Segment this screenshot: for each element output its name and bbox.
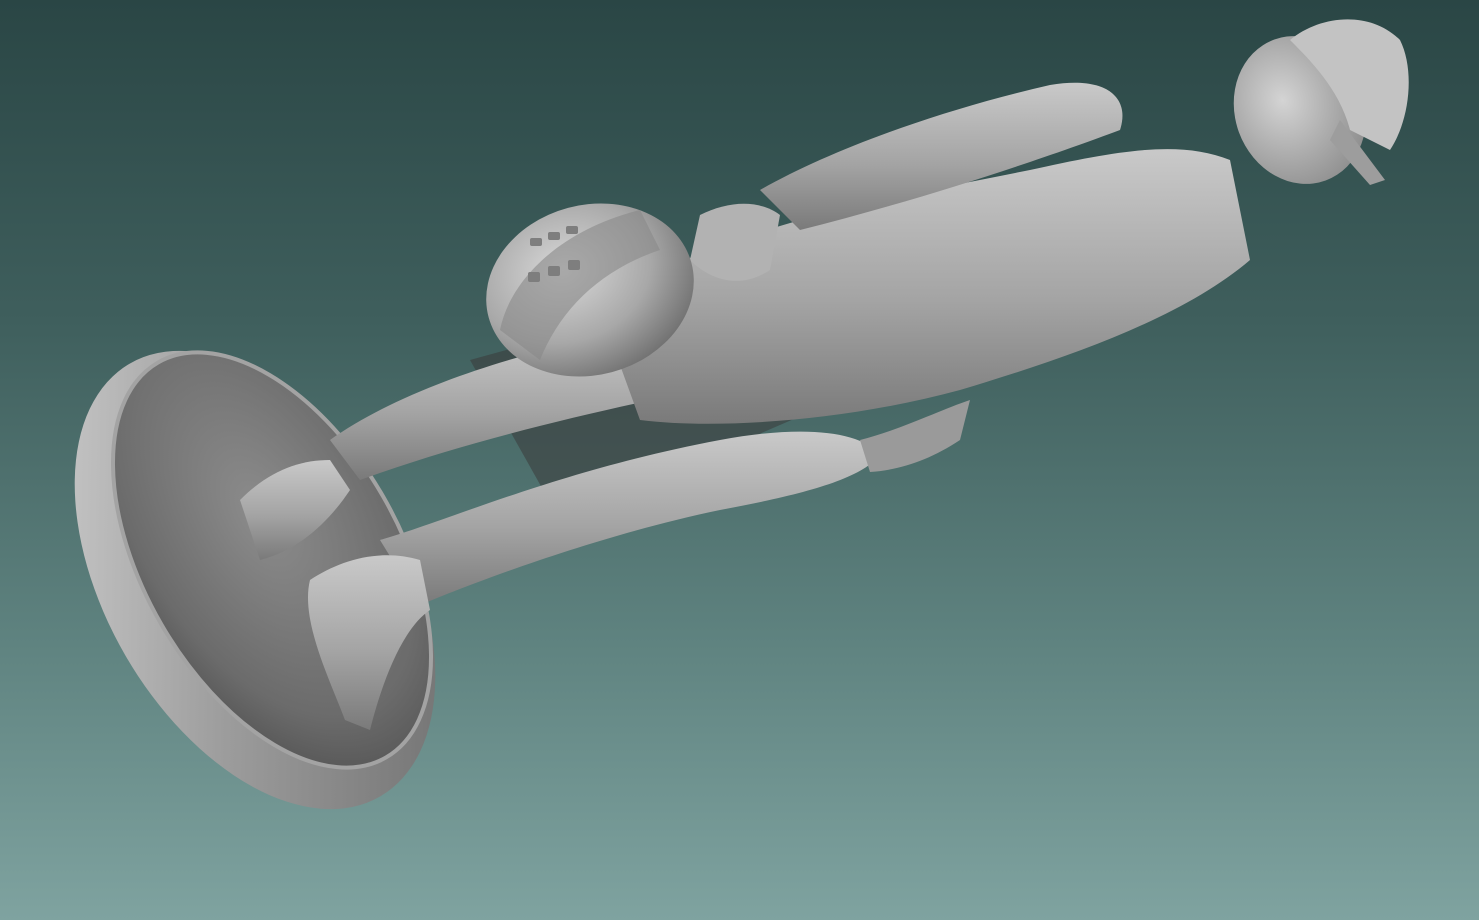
head-with-cap <box>1233 19 1409 185</box>
figure-torso <box>600 149 1250 472</box>
3d-viewport[interactable] <box>0 0 1479 920</box>
sculpture-render <box>74 19 1409 810</box>
